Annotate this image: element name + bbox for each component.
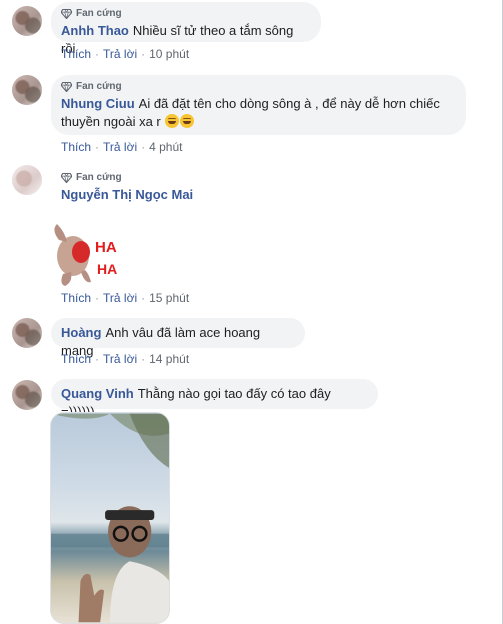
grin-emoji-icon: [180, 114, 195, 128]
avatar[interactable]: [12, 75, 42, 105]
comment-author[interactable]: Quang Vinh: [61, 386, 134, 401]
sticker-ear: [54, 224, 67, 242]
sticker-mouth: [72, 241, 90, 263]
comment-bubble-1: Fan cứng Anhh Thao Nhiều sĩ tử theo a tắm…: [51, 2, 321, 56]
like-button[interactable]: Thích: [61, 47, 91, 61]
comment-time[interactable]: 14 phút: [149, 352, 189, 366]
reply-button[interactable]: Trả lời: [103, 140, 137, 154]
like-button[interactable]: Thích: [61, 291, 91, 305]
comment-actions: Thích · Trả lời · 10 phút: [61, 47, 190, 61]
photo-scene: [51, 413, 169, 623]
sticker-leg: [81, 270, 91, 283]
comment-actions: Thích · Trả lời · 4 phút: [61, 140, 183, 154]
like-button[interactable]: Thích: [61, 140, 91, 154]
avatar[interactable]: [12, 318, 42, 348]
comment-author[interactable]: Nhung Ciuu: [61, 96, 135, 111]
comment-author[interactable]: Nguyễn Thị Ngọc Mai: [61, 187, 193, 202]
comment-author[interactable]: Anhh Thao: [61, 23, 129, 38]
sticker-art: HA HA: [54, 224, 117, 286]
diamond-icon: [61, 173, 72, 183]
attached-photo[interactable]: [50, 412, 170, 624]
fan-badge: Fan cứng: [61, 81, 454, 93]
comment-text-line1: Ai đã đặt tên cho dòng sông à , để này d…: [138, 96, 440, 111]
fan-badge-label: Fan cứng: [76, 81, 122, 92]
grin-emoji-icon: [165, 114, 180, 128]
comment-bubble-2: Fan cứng Nhung Ciuu Ai đã đặt tên cho dòn…: [51, 75, 466, 135]
sticker-leg: [61, 272, 72, 286]
reply-button[interactable]: Trả lời: [103, 352, 137, 366]
sticker-text-bottom: HA: [97, 261, 117, 277]
sticker-text-top: HA: [95, 239, 117, 256]
comment-bubble-5: Quang Vinh Thằng nào gọi tao đấy có tao đ…: [51, 379, 378, 419]
diamond-icon: [61, 82, 72, 92]
comment-header-3: Fan cứng Nguyễn Thị Ngọc Mai: [61, 172, 197, 204]
reply-button[interactable]: Trả lời: [103, 291, 137, 305]
comment-bubble-4: Hoàng Anh vâu đã làm ace hoang mang: [51, 318, 305, 358]
avatar[interactable]: [12, 380, 42, 410]
hand-gesture: [78, 573, 105, 623]
comment-author[interactable]: Hoàng: [61, 325, 101, 340]
comment-text-line2: thuyền ngoài xa r: [61, 114, 161, 129]
avatar[interactable]: [12, 6, 42, 36]
comment-actions: Thích · Trả lời · 15 phút: [61, 291, 190, 305]
reply-button[interactable]: Trả lời: [103, 47, 137, 61]
comment-time[interactable]: 10 phút: [149, 47, 189, 61]
laughing-sticker[interactable]: HA HA: [51, 222, 131, 288]
fan-badge: Fan cứng: [61, 8, 309, 20]
avatar[interactable]: [12, 165, 42, 195]
cap-icon: [105, 510, 155, 520]
comment-actions: Thích · Trả lời · 14 phút: [61, 352, 190, 366]
comment-time[interactable]: 4 phút: [149, 140, 182, 154]
tree-branches: [129, 413, 169, 468]
fan-badge: Fan cứng: [61, 172, 197, 184]
comment-time[interactable]: 15 phút: [149, 291, 189, 305]
fan-badge-label: Fan cứng: [76, 172, 122, 183]
fan-badge-label: Fan cứng: [76, 8, 122, 19]
diamond-icon: [61, 9, 72, 19]
person-shirt: [110, 561, 169, 623]
like-button[interactable]: Thích: [61, 352, 91, 366]
